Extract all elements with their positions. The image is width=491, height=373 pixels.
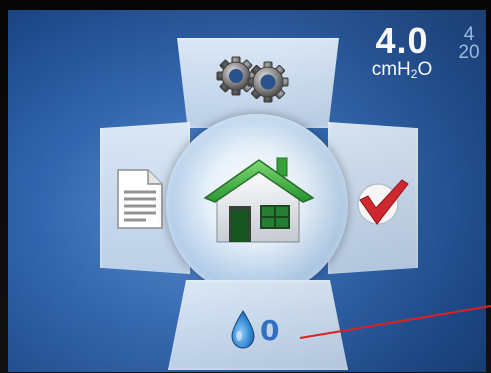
humidifier-level: 0 — [260, 314, 280, 347]
pressure-value: 4.0 — [375, 20, 429, 61]
checkmark-icon — [357, 179, 409, 225]
humidifier-tile[interactable] — [168, 280, 348, 370]
pressure-readout: 4.0 cmH2O — [354, 22, 450, 102]
pressure-unit-main: cmH — [371, 59, 411, 80]
document-icon — [117, 169, 163, 229]
secondary-values: 4 20 — [454, 25, 484, 63]
pressure-unit-tail: O — [417, 59, 433, 80]
water-drop-icon — [231, 310, 255, 349]
pressure-unit: cmH2O — [354, 60, 450, 84]
home-icon — [203, 157, 315, 243]
secondary-value-bottom: 20 — [458, 42, 480, 63]
settings-gears-icon — [216, 56, 289, 103]
device-screen: 0 4.0 cmH2O 4 20 — [8, 10, 486, 372]
